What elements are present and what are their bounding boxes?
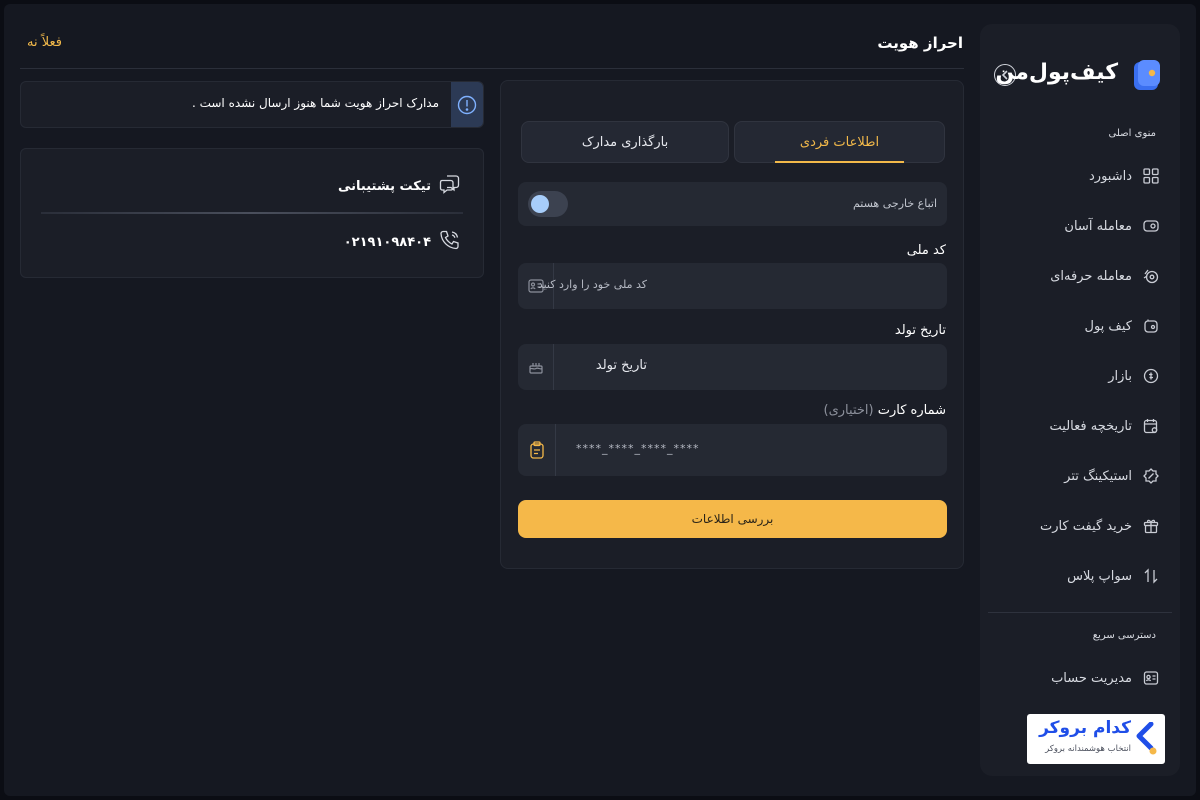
sidebar: کیف‌پول‌من منوی اصلی داشبورد معامله آسان… — [980, 24, 1180, 776]
swap-icon — [1142, 567, 1160, 585]
sidebar-item-dashboard[interactable]: داشبورد — [1000, 164, 1160, 188]
sidebar-item-wallet[interactable]: کیف پول — [1000, 314, 1160, 338]
support-divider — [41, 212, 463, 214]
support-phone-number: ۰۲۱۹۱۰۹۸۴۰۴ — [343, 234, 431, 250]
support-ticket-link[interactable]: تیکت پشتیبانی — [338, 173, 461, 199]
header-divider — [20, 68, 964, 69]
alert-text: مدارک احراز هویت شما هنوز ارسال نشده است… — [191, 96, 439, 110]
sidebar-item-label: تاریخچه فعالیت — [1049, 418, 1132, 434]
tab-upload-documents[interactable]: بارگذاری مدارک — [521, 121, 729, 163]
sidebar-item-market[interactable]: بازار — [1000, 364, 1160, 388]
card-number-label: شماره کارت (اختیاری) — [824, 403, 946, 418]
broker-banner[interactable]: کدام بروکر انتخاب هوشمندانه بروکر — [1027, 714, 1165, 764]
clipboard-icon[interactable] — [518, 424, 556, 476]
pro-trade-icon — [1142, 267, 1160, 285]
broker-title: کدام بروکر — [1039, 718, 1131, 738]
sidebar-item-account[interactable]: مدیریت حساب — [1000, 666, 1160, 690]
check-info-button[interactable]: بررسی اطلاعات — [518, 500, 947, 538]
national-code-field[interactable]: کد ملی خود را وارد کنید — [518, 263, 947, 309]
logo-row: کیف‌پول‌من — [994, 58, 1162, 92]
sidebar-item-easy-trade[interactable]: معامله آسان — [1000, 214, 1160, 238]
sidebar-item-swap[interactable]: سواپ پلاس — [1000, 564, 1160, 588]
sidebar-item-label: معامله حرفه‌ای — [1050, 268, 1132, 284]
sidebar-divider — [988, 612, 1172, 613]
not-now-link[interactable]: فعلاً نه — [27, 35, 62, 50]
sidebar-item-label: معامله آسان — [1064, 218, 1132, 234]
sidebar-item-label: سواپ پلاس — [1067, 568, 1132, 584]
national-code-label: کد ملی — [906, 243, 946, 258]
card-number-label-text: شماره کارت — [877, 403, 946, 418]
optional-hint: (اختیاری) — [823, 403, 874, 418]
sidebar-item-label: کیف پول — [1084, 318, 1132, 334]
phone-icon — [439, 229, 461, 255]
info-icon — [451, 82, 483, 127]
card-number-field[interactable]: ****_****_****_**** — [518, 424, 947, 476]
wallet-logo-icon — [1134, 60, 1160, 90]
easy-trade-icon — [1142, 217, 1160, 235]
gift-card-icon — [1142, 517, 1160, 535]
card-number-placeholder: ****_****_****_**** — [576, 442, 700, 455]
broker-subtitle: انتخاب هوشمندانه بروکر — [1045, 744, 1131, 754]
market-icon — [1142, 367, 1160, 385]
sidebar-item-label: مدیریت حساب — [1051, 670, 1132, 686]
broker-logo-icon — [1136, 722, 1157, 755]
staking-icon — [1142, 467, 1160, 485]
history-icon — [1142, 417, 1160, 435]
support-phone[interactable]: ۰۲۱۹۱۰۹۸۴۰۴ — [344, 229, 461, 255]
toggle-knob — [531, 195, 549, 213]
sidebar-item-history[interactable]: تاریخچه فعالیت — [1000, 414, 1160, 438]
sidebar-item-label: داشبورد — [1089, 168, 1132, 184]
sidebar-item-label: استیکینگ تتر — [1064, 468, 1132, 484]
dashboard-icon — [1142, 167, 1160, 185]
tab-personal-info[interactable]: اطلاعات فردی — [734, 121, 945, 163]
support-card: تیکت پشتیبانی ۰۲۱۹۱۰۹۸۴۰۴ — [20, 148, 484, 278]
sidebar-item-label: بازار — [1108, 368, 1132, 384]
wallet-icon — [1142, 317, 1160, 335]
foreign-national-toggle[interactable] — [528, 191, 568, 217]
account-icon — [1142, 669, 1160, 687]
foreign-national-row: اتباع خارجی هستم — [518, 182, 947, 226]
logo-text: کیف‌پول‌من — [995, 60, 1118, 85]
sidebar-item-label: خرید گیفت کارت — [1039, 518, 1132, 534]
national-code-placeholder: کد ملی خود را وارد کنید — [537, 278, 647, 291]
sidebar-item-pro-trade[interactable]: معامله حرفه‌ای — [1000, 264, 1160, 288]
main-menu-label: منوی اصلی — [1108, 128, 1156, 139]
birth-date-field[interactable]: تاریخ تولد — [518, 344, 947, 390]
documents-not-sent-alert: مدارک احراز هویت شما هنوز ارسال نشده است… — [20, 81, 484, 128]
support-ticket-label: تیکت پشتیبانی — [338, 178, 431, 194]
sidebar-item-gift-card[interactable]: خرید گیفت کارت — [1000, 514, 1160, 538]
birth-date-placeholder: تاریخ تولد — [595, 358, 647, 373]
page-title: احراز هویت — [877, 34, 963, 52]
sidebar-item-staking[interactable]: استیکینگ تتر — [1000, 464, 1160, 488]
cake-icon — [518, 344, 554, 390]
identity-form-card: اطلاعات فردی بارگذاری مدارک اتباع خارجی … — [500, 80, 964, 569]
foreign-national-label: اتباع خارجی هستم — [852, 197, 937, 210]
birth-date-label: تاریخ تولد — [894, 323, 946, 338]
quick-access-label: دسترسی سریع — [1092, 630, 1156, 641]
chat-bubbles-icon — [439, 173, 461, 199]
